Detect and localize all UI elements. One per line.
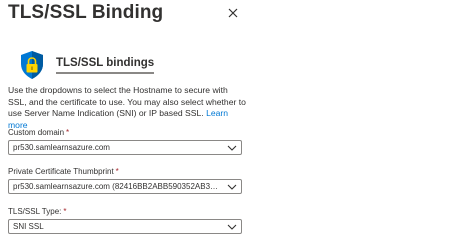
shield-lock-icon (21, 51, 43, 79)
required-marker: * (63, 207, 67, 216)
chevron-down-icon (227, 224, 237, 230)
custom-domain-label: Custom domain * (8, 128, 69, 137)
thumbprint-value: pr530.samlearnsazure.com (82416BB2ABB590… (13, 182, 223, 191)
required-marker: * (115, 167, 119, 176)
ssl-type-label-text: TLS/SSL Type: (8, 207, 62, 216)
thumbprint-label-text: Private Certificate Thumbprint (8, 167, 114, 176)
close-icon (228, 8, 238, 18)
close-button[interactable] (224, 4, 242, 22)
chevron-down-icon (227, 184, 237, 190)
section-description: Use the dropdowns to select the Hostname… (8, 85, 248, 131)
thumbprint-label: Private Certificate Thumbprint * (8, 167, 119, 176)
custom-domain-label-text: Custom domain (8, 128, 65, 137)
custom-domain-dropdown[interactable]: pr530.samlearnsazure.com (8, 140, 242, 155)
ssl-type-value: SNI SSL (13, 222, 44, 231)
chevron-down-icon (227, 145, 237, 151)
section-heading: TLS/SSL bindings (56, 57, 155, 74)
blade-title: TLS/SSL Binding (8, 2, 164, 23)
ssl-type-dropdown[interactable]: SNI SSL (8, 219, 242, 234)
custom-domain-value: pr530.samlearnsazure.com (13, 143, 110, 152)
required-marker: * (66, 128, 70, 137)
ssl-type-label: TLS/SSL Type: * (8, 207, 67, 216)
tls-ssl-binding-blade: TLS/SSL Binding TLS/SSL bindings Use the… (0, 0, 474, 243)
thumbprint-dropdown[interactable]: pr530.samlearnsazure.com (82416BB2ABB590… (8, 179, 242, 194)
